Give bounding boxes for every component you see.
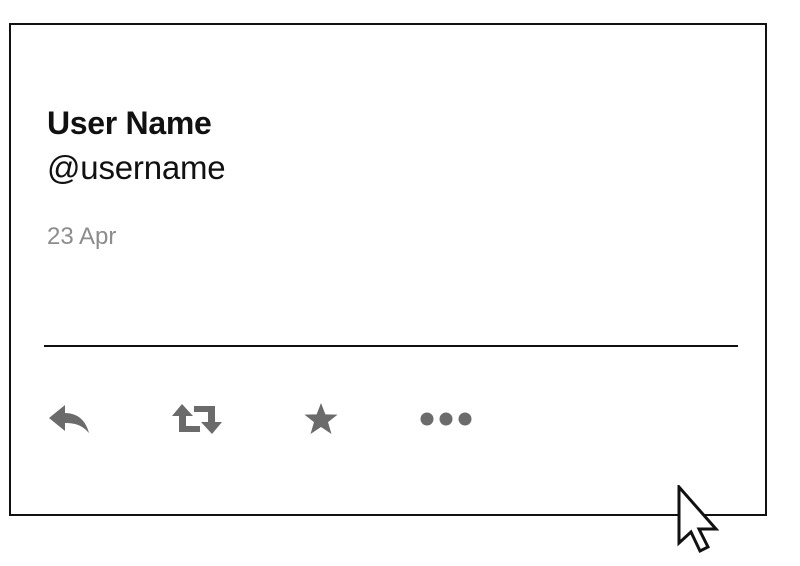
reply-icon <box>47 402 91 436</box>
tweet-date[interactable]: 23 Apr <box>47 225 116 249</box>
divider <box>44 345 738 347</box>
tweet-card: User Name @username 23 Apr <box>9 23 767 516</box>
favorite-button[interactable] <box>301 397 341 441</box>
mouse-pointer-icon <box>676 483 724 555</box>
retweet-icon <box>170 403 224 435</box>
more-dots-icon <box>418 411 474 427</box>
retweet-button[interactable] <box>169 397 225 441</box>
user-handle[interactable]: @username <box>47 151 226 184</box>
user-name[interactable]: User Name <box>47 107 212 139</box>
more-button[interactable] <box>416 397 476 441</box>
star-icon <box>303 402 339 436</box>
reply-button[interactable] <box>44 397 94 441</box>
